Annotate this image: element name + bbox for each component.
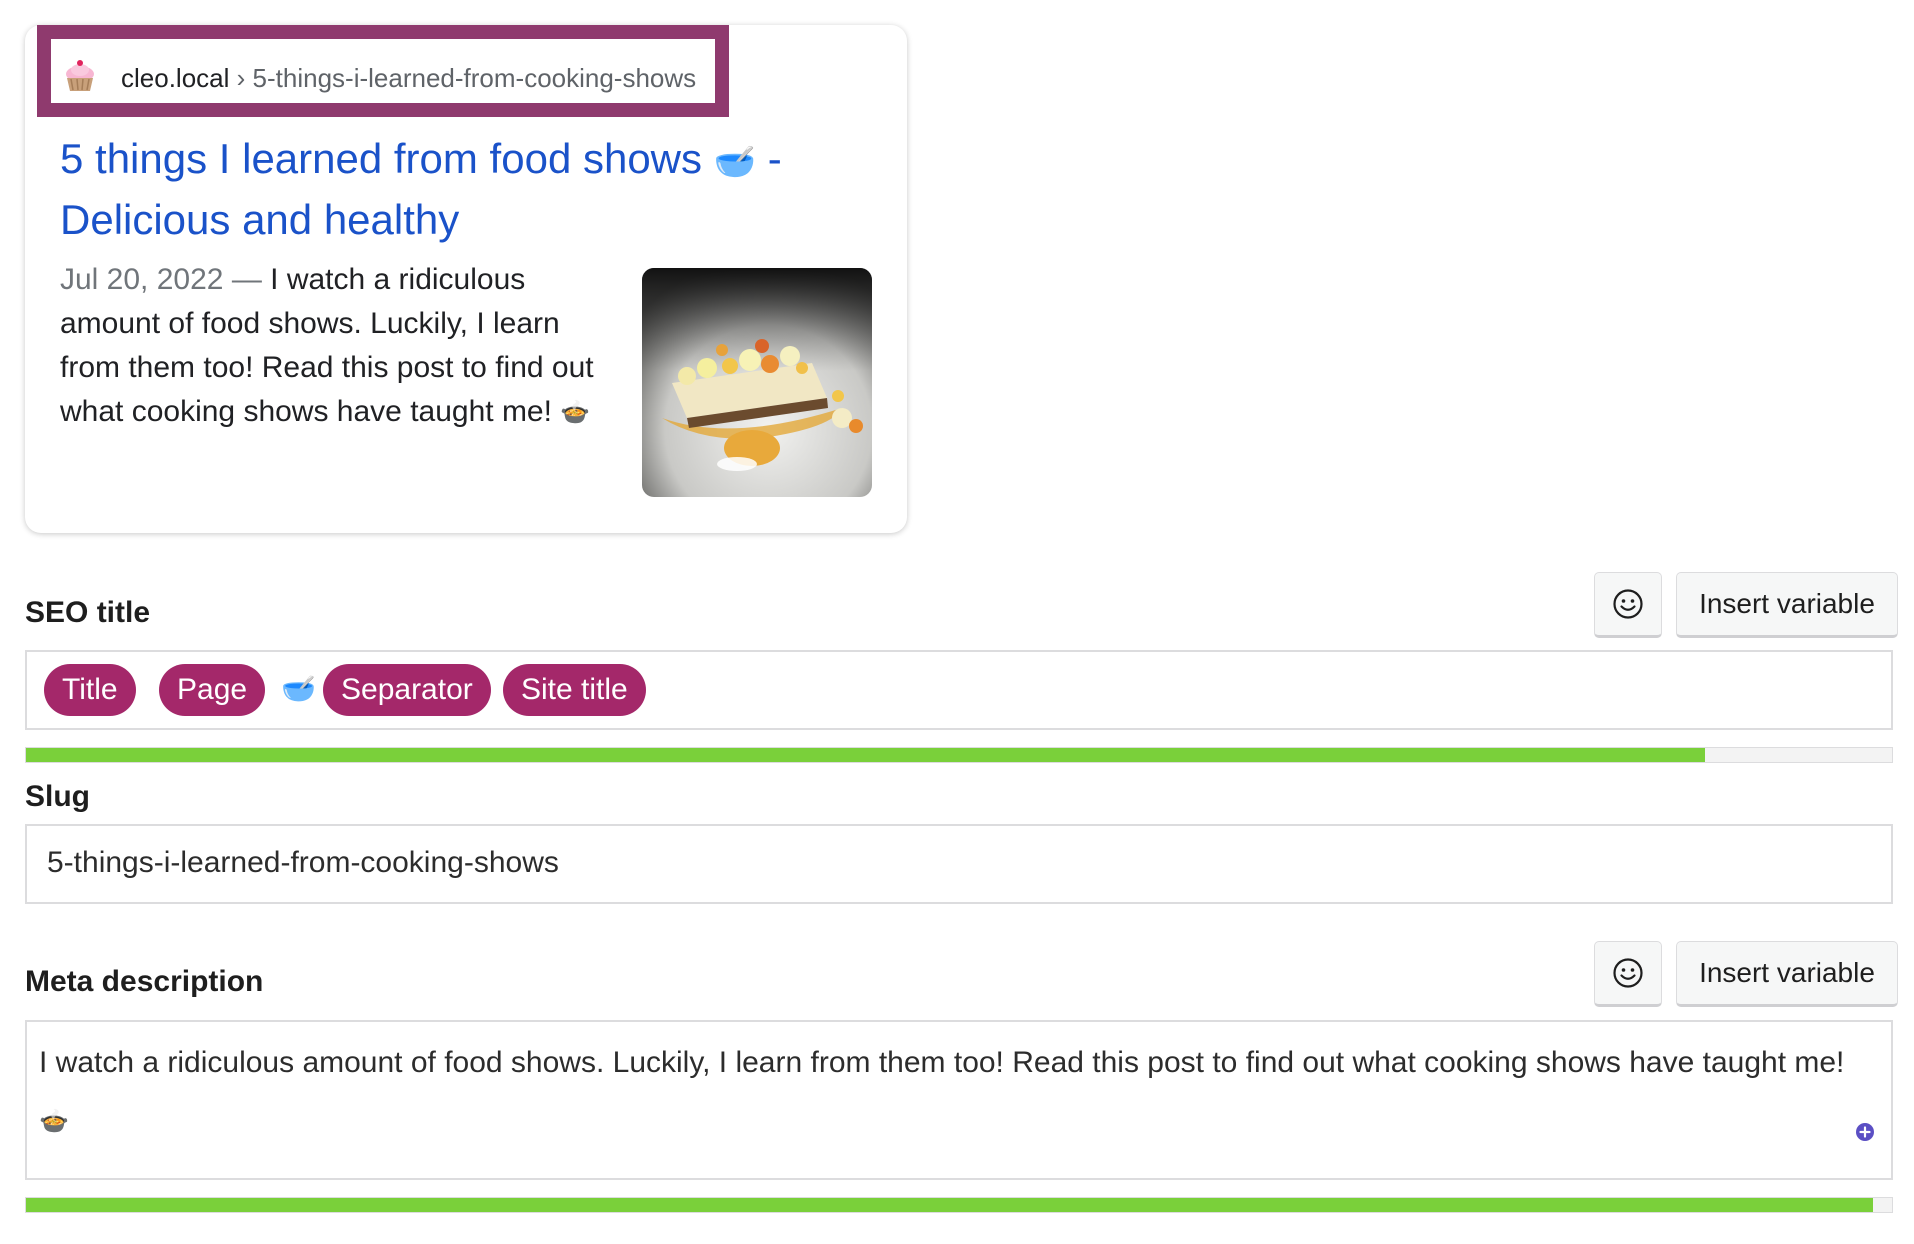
meta-description-progress-bar — [25, 1197, 1893, 1213]
smiley-icon — [1613, 589, 1643, 619]
stew-emoji: 🍲 — [39, 1107, 69, 1135]
variable-pill-separator[interactable]: Separator — [323, 664, 491, 716]
serp-breadcrumb: cleo.local › 5-things-i-learned-from-coo… — [121, 63, 696, 94]
seo-title-label: SEO title — [25, 596, 151, 629]
dessert-photo — [642, 268, 872, 497]
seo-title-insert-variable-button[interactable]: Insert variable — [1676, 572, 1898, 638]
serp-date: Jul 20, 2022 — [60, 263, 224, 296]
variable-pill-page[interactable]: Page — [159, 664, 266, 716]
seo-title-progress-bar — [25, 747, 1893, 763]
meta-description-progress-fill — [26, 1198, 1874, 1212]
meta-description-insert-variable-button[interactable]: Insert variable — [1676, 941, 1898, 1007]
separator-emoji: 🥣 — [281, 673, 316, 704]
smiley-icon — [1613, 958, 1643, 988]
breadcrumb-separator: › — [236, 63, 246, 93]
variable-pill-site-title[interactable]: Site title — [503, 664, 646, 716]
slug-label: Slug — [25, 780, 90, 813]
seo-title-input[interactable]: Title Page 🥣 Separator Site title — [25, 650, 1893, 730]
stew-emoji: 🍲 — [560, 399, 591, 427]
plus-circle-icon[interactable] — [1855, 1122, 1875, 1142]
seo-title-emoji-button[interactable] — [1594, 572, 1662, 638]
serp-title[interactable]: 5 things I learned from food shows 🥣 - D… — [60, 130, 860, 249]
serp-title-text: 5 things I learned from food shows — [60, 135, 703, 182]
meta-description-value: I watch a ridiculous amount of food show… — [39, 1034, 1849, 1150]
meta-description-emoji-button[interactable] — [1594, 941, 1662, 1007]
cupcake-icon — [66, 60, 94, 91]
serp-date-dash: — — [231, 263, 262, 296]
serp-site-name: cleo.local — [121, 63, 230, 93]
meta-description-text: I watch a ridiculous amount of food show… — [39, 1046, 1845, 1079]
serp-description: Jul 20, 2022 — I watch a ridiculous amou… — [60, 258, 605, 435]
bowl-emoji: 🥣 — [713, 142, 757, 181]
slug-input[interactable]: 5-things-i-learned-from-cooking-shows — [25, 824, 1893, 904]
seo-title-progress-fill — [26, 748, 1706, 762]
meta-description-input[interactable]: I watch a ridiculous amount of food show… — [25, 1020, 1893, 1180]
slug-value: 5-things-i-learned-from-cooking-shows — [47, 846, 559, 879]
meta-description-label: Meta description — [25, 965, 264, 998]
variable-pill-title[interactable]: Title — [44, 664, 136, 716]
serp-url-path: 5-things-i-learned-from-cooking-shows — [252, 63, 697, 93]
